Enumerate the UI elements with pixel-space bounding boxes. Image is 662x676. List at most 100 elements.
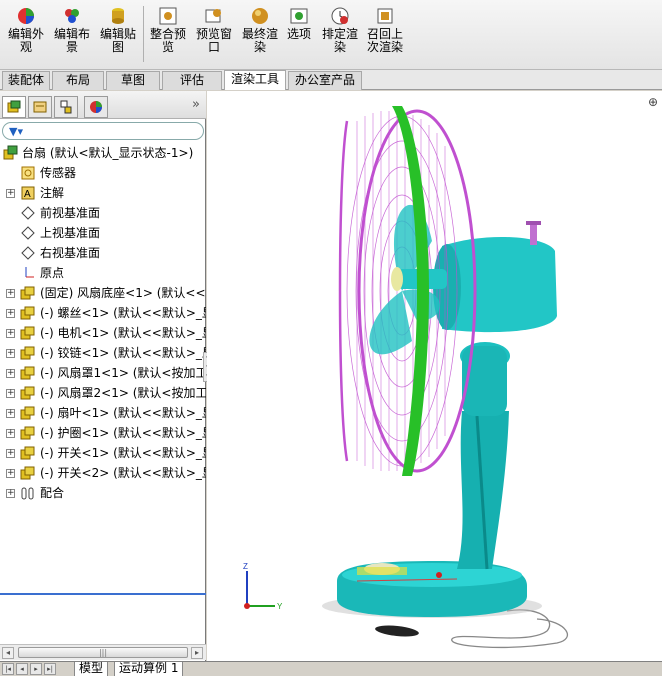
appearance-icon	[18, 8, 34, 24]
part-icon	[20, 386, 35, 400]
command-manager-toolbar: 编辑外 观 编辑布 景 编辑贴 图 整合预 览 预览窗 口 最终渲 染 选项 排…	[0, 0, 662, 70]
tree-item[interactable]: 传感器	[0, 163, 206, 183]
expand-toggle-icon[interactable]: +	[6, 329, 15, 338]
toolbar-separator	[143, 6, 144, 62]
tree-item[interactable]: 原点	[0, 263, 206, 283]
tree-item-label: 原点	[40, 266, 65, 280]
feature-manager-tab[interactable]	[2, 96, 26, 118]
display-manager-tab[interactable]	[84, 96, 108, 118]
part-icon	[20, 426, 35, 440]
tree-item-label: (固定) 风扇底座<1> (默认<<默	[40, 286, 206, 300]
expand-toggle-icon[interactable]: +	[6, 489, 15, 498]
scrollbar-thumb[interactable]: |||	[18, 647, 188, 658]
tab-assembly[interactable]: 装配体	[2, 71, 50, 90]
edit-scene-button[interactable]: 编辑布 景	[52, 6, 92, 66]
property-icon	[33, 101, 47, 113]
recall-last-render-button[interactable]: 召回上 次渲染	[364, 6, 406, 66]
property-manager-tab[interactable]	[28, 96, 52, 118]
integrated-preview-button[interactable]: 整合预 览	[148, 6, 188, 66]
scroll-right-icon[interactable]: ▸	[191, 647, 203, 659]
app-window: 编辑外 观 编辑布 景 编辑贴 图 整合预 览 预览窗 口 最终渲 染 选项 排…	[0, 0, 662, 676]
tree-item-label: (-) 铰链<1> (默认<<默认>_显	[40, 346, 206, 360]
part-icon	[20, 466, 35, 480]
options-button[interactable]: 选项	[284, 6, 314, 66]
tree-item[interactable]: + (固定) 风扇底座<1> (默认<<默	[0, 283, 206, 303]
final-render-button[interactable]: 最终渲 染	[240, 6, 280, 66]
graphics-viewport[interactable]: ⊕ Z Y	[207, 91, 662, 661]
desk-fan-model: Z Y	[243, 106, 569, 649]
tree-root-label: 台扇 (默认<默认_显示状态-1>)	[22, 146, 194, 160]
tree-item[interactable]: + (-) 开关<2> (默认<<默认>_显	[0, 463, 206, 483]
horizontal-scrollbar[interactable]: ◂ ||| ▸	[0, 644, 206, 660]
schedule-render-button[interactable]: 排定渲 染	[320, 6, 360, 66]
tree-root-item[interactable]: 台扇 (默认<默认_显示状态-1>)	[0, 143, 206, 163]
decal-icon	[112, 8, 124, 24]
expand-toggle-icon[interactable]: +	[6, 309, 15, 318]
expand-toggle-icon[interactable]: +	[6, 189, 15, 198]
edit-appearance-button[interactable]: 编辑外 观	[6, 6, 46, 66]
preview-window-button[interactable]: 预览窗 口	[194, 6, 234, 66]
nav-prev-icon[interactable]: ◂	[16, 663, 28, 675]
tab-motion-study[interactable]: 运动算例 1	[114, 662, 184, 676]
zoom-icon[interactable]: ⊕	[648, 95, 658, 109]
expand-toggle-icon[interactable]: +	[6, 449, 15, 458]
tree-item[interactable]: + 配合	[0, 483, 206, 503]
expand-toggle-icon[interactable]: +	[6, 469, 15, 478]
panel-expand-chevron-icon[interactable]: »	[192, 97, 200, 112]
part-icon	[20, 366, 35, 380]
tree-filter-input[interactable]: ▼▾	[2, 122, 204, 140]
tree-item[interactable]: + (-) 风扇罩1<1> (默认<按加工	[0, 363, 206, 383]
scroll-left-icon[interactable]: ◂	[2, 647, 14, 659]
tree-item[interactable]: 前视基准面	[0, 203, 206, 223]
nav-next-icon[interactable]: ▸	[30, 663, 42, 675]
nav-last-icon[interactable]: ▸|	[44, 663, 56, 675]
preview-window-icon	[205, 9, 221, 23]
tree-item[interactable]: + A 注解	[0, 183, 206, 203]
final-render-label: 最终渲 染	[241, 27, 278, 54]
final-render-icon	[252, 8, 268, 24]
part-icon	[20, 306, 35, 320]
tree-item-label: 注解	[40, 186, 65, 200]
filter-icon: ▼▾	[9, 125, 23, 138]
tree-item[interactable]: 右视基准面	[0, 243, 206, 263]
tree-item[interactable]: + (-) 风扇罩2<1> (默认<按加工	[0, 383, 206, 403]
tab-sketch[interactable]: 草图	[106, 71, 160, 90]
expand-toggle-icon[interactable]: +	[6, 429, 15, 438]
tab-office-products[interactable]: 办公室产品	[288, 71, 362, 90]
tree-item[interactable]: 上视基准面	[0, 223, 206, 243]
feature-tree-icon	[7, 100, 21, 113]
expand-toggle-icon[interactable]: +	[6, 349, 15, 358]
expand-toggle-icon[interactable]: +	[6, 409, 15, 418]
configuration-icon	[60, 100, 72, 114]
expand-toggle-icon[interactable]: +	[6, 289, 15, 298]
integrated-preview-label: 整合预 览	[149, 27, 186, 54]
edit-decal-label: 编辑贴 图	[99, 27, 136, 54]
tree-item[interactable]: + (-) 铰链<1> (默认<<默认>_显	[0, 343, 206, 363]
tree-item-label: (-) 风扇罩2<1> (默认<按加工	[40, 386, 206, 400]
configuration-manager-tab[interactable]	[54, 96, 78, 118]
edit-decal-button[interactable]: 编辑贴 图	[98, 6, 138, 66]
tab-model[interactable]: 模型	[74, 662, 109, 676]
recall-last-render-label: 召回上 次渲染	[366, 27, 403, 54]
tab-evaluate[interactable]: 评估	[162, 71, 222, 90]
tree-item-label: 前视基准面	[40, 206, 101, 220]
tree-item-label: (-) 电机<1> (默认<<默认>_显	[40, 326, 206, 340]
feature-tree: 台扇 (默认<默认_显示状态-1>) 传感器 + A 注解前视基准面上视基准面右视基准…	[0, 143, 206, 553]
axis-z-label: Z	[243, 562, 248, 571]
tree-item[interactable]: + (-) 开关<1> (默认<<默认>_显	[0, 443, 206, 463]
panel-tabs: »	[0, 91, 206, 119]
tree-item-label: 配合	[40, 486, 65, 500]
preview-window-label: 预览窗 口	[195, 27, 232, 54]
tab-layout[interactable]: 布局	[52, 71, 104, 90]
tree-item-label: 上视基准面	[40, 226, 101, 240]
tree-item[interactable]: + (-) 扇叶<1> (默认<<默认>_显	[0, 403, 206, 423]
scene-icon	[65, 9, 79, 23]
tree-item[interactable]: + (-) 电机<1> (默认<<默认>_显	[0, 323, 206, 343]
expand-toggle-icon[interactable]: +	[6, 389, 15, 398]
expand-toggle-icon[interactable]: +	[6, 369, 15, 378]
tab-render-tools[interactable]: 渲染工具	[224, 70, 286, 90]
tree-item[interactable]: + (-) 护圈<1> (默认<<默认>_显	[0, 423, 206, 443]
tree-item[interactable]: + (-) 螺丝<1> (默认<<默认>_显	[0, 303, 206, 323]
axis-y-label: Y	[277, 602, 283, 611]
nav-first-icon[interactable]: |◂	[2, 663, 14, 675]
